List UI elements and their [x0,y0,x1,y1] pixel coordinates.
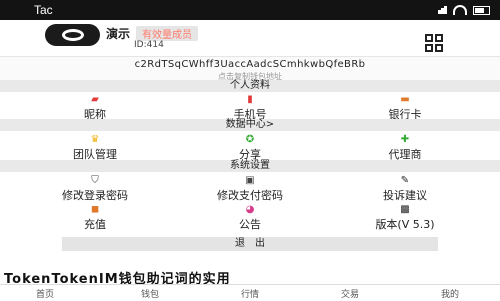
announcement-item[interactable]: ◕ 公告 [200,203,300,232]
recharge-item[interactable]: ◼ 充值 [45,203,145,232]
bank-card-icon: ▬ [400,94,410,105]
tab-wallet[interactable]: 钱包 [120,287,180,300]
user-tag-icon: ▰ [91,94,99,105]
lock-icon: ▣ [245,175,255,186]
agent-icon: ✚ [400,134,410,145]
wallet-address-box[interactable]: c2RdTSqCWhff3UaccAadcSCmhkwbQfeBRb 点击复制钱… [0,56,500,82]
personal-row: ▰ 昵称 ▮ 手机号 ▬ 银行卡 [0,93,500,122]
user-name: 演示 [106,27,131,41]
tab-mine[interactable]: 我的 [420,287,480,300]
profile-header: 演示 有效量成员 ID:414 [0,20,500,56]
carrier-label: Tac [34,3,53,17]
team-management-item[interactable]: ♛ 团队管理 [45,133,145,162]
settings-row-1: ⛉ 修改登录密码 ▣ 修改支付密码 ✎ 投诉建议 [0,174,500,203]
megaphone-icon: ◕ [245,204,255,215]
member-tag: 有效量成员 [136,26,199,41]
share-item[interactable]: ✪ 分享 [200,133,300,162]
wallet-icon: ◼ [90,204,100,215]
bank-card-item[interactable]: ▬ 银行卡 [355,93,455,122]
wallet-address[interactable]: c2RdTSqCWhff3UaccAadcSCmhkwbQfeBRb [0,59,500,70]
change-login-password-label: 修改登录密码 [62,189,128,202]
recharge-label: 充值 [84,218,106,231]
data-row: ♛ 团队管理 ✪ 分享 ✚ 代理商 [0,133,500,162]
status-icons [438,3,500,17]
tab-market[interactable]: 行情 [220,287,280,300]
agent-item[interactable]: ✚ 代理商 [355,133,455,162]
nickname-item[interactable]: ▰ 昵称 [45,93,145,122]
bottom-tab-bar: 首页 钱包 行情 交易 我的 [0,284,500,301]
change-login-password-item[interactable]: ⛉ 修改登录密码 [45,174,145,203]
wifi-icon [453,5,467,15]
overlay-title: TokenTokenIM钱包助记词的实用 [4,272,231,284]
version-label: 版本(V 5.3) [375,218,435,231]
feedback-item[interactable]: ✎ 投诉建议 [355,174,455,203]
version-item[interactable]: ▩ 版本(V 5.3) [355,203,455,232]
section-data-header[interactable]: 数据中心> [0,119,500,131]
crown-icon: ♛ [90,134,100,145]
change-pay-password-item[interactable]: ▣ 修改支付密码 [200,174,300,203]
tab-home[interactable]: 首页 [15,287,75,300]
phone-item[interactable]: ▮ 手机号 [200,93,300,122]
logout-button[interactable]: 退 出 [62,237,438,251]
user-id: ID:414 [134,40,164,50]
signal-icon [438,3,447,17]
feedback-icon: ✎ [400,175,410,186]
share-icon: ✪ [245,134,255,145]
phone-icon: ▮ [247,94,253,105]
battery-icon [473,5,490,15]
change-pay-password-label: 修改支付密码 [217,189,283,202]
announcement-label: 公告 [239,218,261,231]
version-icon: ▩ [400,204,410,215]
status-bar: Tac [0,0,500,20]
tab-trade[interactable]: 交易 [320,287,380,300]
qr-code-icon[interactable] [425,34,443,52]
settings-row-2: ◼ 充值 ◕ 公告 ▩ 版本(V 5.3) [0,203,500,232]
app-logo [45,24,100,46]
shield-icon: ⛉ [91,175,99,186]
section-personal-header: 个人资料 [0,80,500,92]
section-settings-header: 系统设置 [0,160,500,172]
feedback-label: 投诉建议 [383,189,427,202]
